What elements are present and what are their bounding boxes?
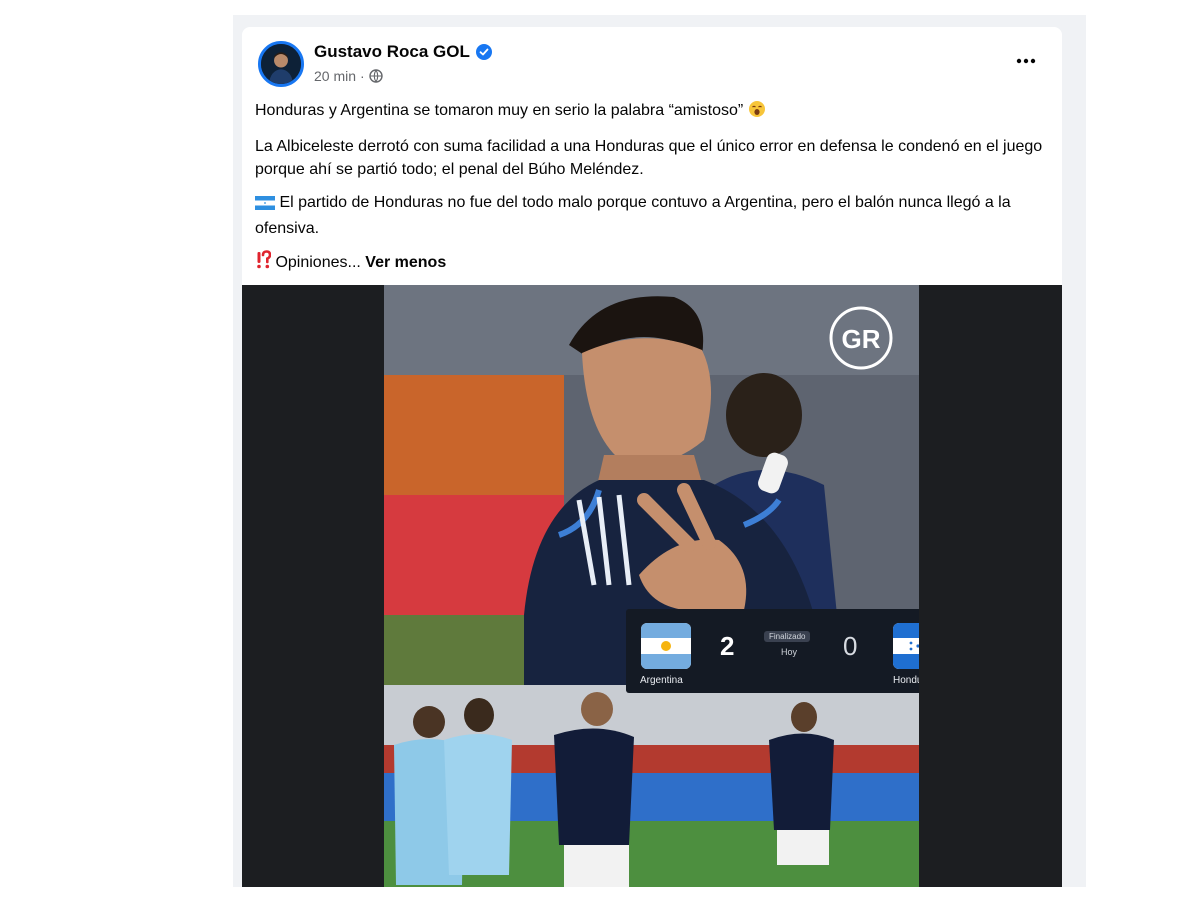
verified-badge-icon <box>475 44 492 60</box>
author-name[interactable]: Gustavo Roca GOL <box>314 42 470 62</box>
more-options-button[interactable] <box>1012 49 1040 73</box>
match-status-badge: Finalizado <box>764 631 811 642</box>
scoreboard: Argentina 2 Finalizado Hoy 0 Honduras <box>626 609 919 693</box>
away-team-label: Honduras <box>893 675 919 686</box>
post-photo[interactable]: GR Argentina 2 Finalizado Hoy 0 Hond <box>384 285 919 887</box>
exclamation-question-emoji-icon <box>255 250 272 277</box>
meta-separator: · <box>360 68 365 84</box>
home-score: 2 <box>720 631 735 661</box>
home-team-label: Argentina <box>640 675 683 686</box>
away-score: 0 <box>843 631 858 661</box>
post-paragraph-1: Honduras y Argentina se tomaron muy en s… <box>255 99 1055 125</box>
match-photo-illustration: GR <box>384 285 919 887</box>
post-body: Honduras y Argentina se tomaron muy en s… <box>255 99 1055 287</box>
argentina-flag-icon <box>641 623 691 669</box>
post-paragraph-2: La Albiceleste derrotó con suma facilida… <box>255 138 1043 178</box>
honduras-flag-icon <box>893 623 919 669</box>
watermark-logo: GR <box>842 324 881 354</box>
globe-icon[interactable] <box>369 69 383 83</box>
honduras-flag-emoji-icon <box>255 194 275 217</box>
match-date-label: Hoy <box>781 647 798 657</box>
post-media[interactable]: GR Argentina 2 Finalizado Hoy 0 Hond <box>242 285 1062 887</box>
yawning-face-emoji-icon <box>748 100 766 125</box>
post-timestamp[interactable]: 20 min <box>314 68 356 84</box>
post-card: Gustavo Roca GOL 20 min · Honduras y Arg… <box>242 27 1062 887</box>
more-options-icon <box>1016 58 1036 64</box>
post-paragraph-3: El partido de Honduras no fue del todo m… <box>255 194 1011 237</box>
see-less-link[interactable]: Ver menos <box>365 254 446 271</box>
avatar[interactable] <box>258 41 304 87</box>
post-paragraph-4: Opiniones... Ver menos <box>255 250 1055 277</box>
